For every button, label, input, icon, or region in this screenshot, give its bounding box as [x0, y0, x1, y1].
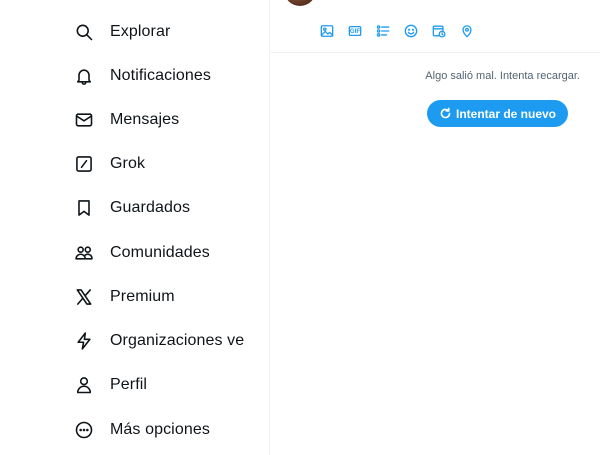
search-icon — [66, 14, 102, 50]
grok-icon — [66, 146, 102, 182]
sidebar-item-mas-opciones[interactable]: Más opciones — [66, 412, 266, 448]
sidebar-item-label: Premium — [110, 288, 175, 305]
retry-button[interactable]: Intentar de nuevo — [427, 100, 568, 127]
sidebar-item-mensajes[interactable]: Mensajes — [66, 102, 266, 138]
svg-text:GIF: GIF — [350, 28, 360, 35]
sidebar-item-label: Organizaciones ver — [110, 332, 244, 349]
sidebar-item-perfil[interactable]: Perfil — [66, 367, 266, 403]
sidebar-item-organizaciones[interactable]: Organizaciones ver — [66, 323, 266, 359]
x-logo-icon — [66, 279, 102, 315]
sidebar-item-guardados[interactable]: Guardados — [66, 190, 266, 226]
sidebar-item-label: Guardados — [110, 199, 191, 216]
retry-button-label: Intentar de nuevo — [455, 106, 556, 121]
composer-toolbar: GIF — [320, 22, 474, 40]
sidebar: Explorar Notificaciones Mensajes Grok Gu — [0, 0, 270, 455]
emoji-icon[interactable] — [404, 22, 418, 40]
main-column: GIF Algo salió mal. Intenta recargar. In… — [270, 0, 600, 455]
poll-icon[interactable] — [376, 22, 390, 40]
sidebar-item-explorar[interactable]: Explorar — [66, 14, 266, 50]
location-icon[interactable] — [460, 22, 474, 40]
gif-icon[interactable]: GIF — [348, 22, 362, 40]
bell-icon — [66, 58, 102, 94]
sidebar-item-label: Comunidades — [110, 244, 210, 261]
avatar[interactable] — [284, 0, 316, 6]
sidebar-item-label: Mensajes — [110, 111, 180, 128]
sidebar-item-label: Más opciones — [110, 421, 210, 438]
app-window: Explorar Notificaciones Mensajes Grok Gu — [0, 0, 600, 455]
sidebar-item-comunidades[interactable]: Comunidades — [66, 235, 266, 271]
refresh-icon — [440, 107, 451, 119]
person-icon — [66, 367, 102, 403]
sidebar-item-premium[interactable]: Premium — [66, 279, 266, 315]
lightning-icon — [66, 323, 102, 359]
envelope-icon — [66, 102, 102, 138]
sidebar-item-grok[interactable]: Grok — [66, 146, 266, 182]
communities-icon — [66, 235, 102, 271]
sidebar-item-label: Grok — [110, 155, 146, 172]
error-message: Algo salió mal. Intenta recargar. — [425, 70, 580, 82]
sidebar-item-label: Perfil — [110, 376, 148, 393]
more-circle-icon — [66, 412, 102, 448]
schedule-icon[interactable] — [432, 22, 446, 40]
bookmark-icon — [66, 190, 102, 226]
sidebar-item-label: Explorar — [110, 23, 171, 40]
sidebar-item-notificaciones[interactable]: Notificaciones — [66, 58, 266, 94]
sidebar-item-label: Notificaciones — [110, 67, 212, 84]
image-icon[interactable] — [320, 22, 334, 40]
composer-divider — [270, 52, 600, 53]
